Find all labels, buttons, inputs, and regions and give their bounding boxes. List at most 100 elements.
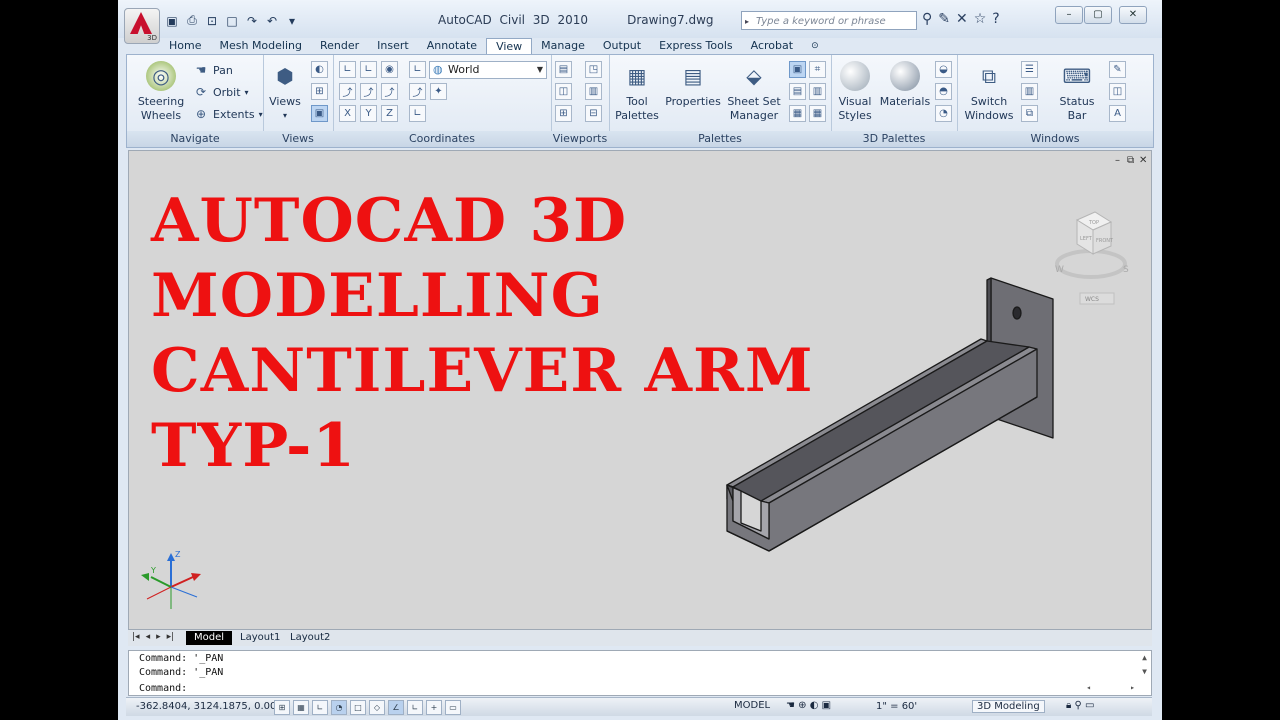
snap-mode-icon[interactable]: ⊞	[274, 700, 290, 715]
layout-tab-model[interactable]: Model	[186, 631, 233, 645]
publish-icon[interactable]: ⊡	[204, 13, 220, 28]
ucs-view-icon[interactable]: ∟	[409, 105, 426, 122]
viewport-lock-icon[interactable]: ⊟	[585, 105, 602, 122]
lights-icon[interactable]: ◒	[935, 61, 952, 78]
expand-arrow-icon[interactable]: ▸	[745, 12, 749, 31]
ortho-mode-icon[interactable]: ∟	[312, 700, 328, 715]
ucs-world-icon[interactable]: ◉	[381, 61, 398, 78]
doc-minimize-icon[interactable]: –	[1115, 155, 1120, 166]
first-layout-icon[interactable]: |◂	[132, 632, 140, 642]
layout-tab-layout1[interactable]: Layout1	[232, 631, 288, 645]
layout-tab-layout2[interactable]: Layout2	[282, 631, 338, 645]
x-icon[interactable]: ✕	[956, 11, 968, 27]
help-icon[interactable]: ?	[992, 11, 999, 27]
communication-icon[interactable]: ✎	[938, 11, 950, 27]
external-refs-icon[interactable]: ▦	[789, 105, 806, 122]
switch-windows-button[interactable]: ⧉ Switch Windows	[961, 61, 1017, 123]
close-button[interactable]: ✕	[1119, 6, 1147, 24]
render-icon[interactable]: ◓	[935, 83, 952, 100]
annotation-scale[interactable]: 1" = 60'	[876, 701, 917, 712]
dbconnect-icon[interactable]: ⌗	[809, 61, 826, 78]
quickcalc-icon[interactable]: ▥	[809, 83, 826, 100]
sheet-set-manager-button[interactable]: ⬙ Sheet Set Manager	[725, 61, 783, 123]
orbit-button[interactable]: ⟳ Orbit ▾	[193, 83, 249, 101]
doc-close-icon[interactable]: ✕	[1139, 155, 1147, 166]
viewport-scale-icon[interactable]: ⊞	[555, 105, 572, 122]
viewcube[interactable]: TOP LEFT FRONT W S WCS	[1049, 206, 1139, 306]
cascade-icon[interactable]: ⧉	[1021, 105, 1038, 122]
3d-object-snap-icon[interactable]: ◇	[369, 700, 385, 715]
visual-styles-button[interactable]: Visual Styles	[835, 61, 875, 123]
command-hscroll-left-icon[interactable]: ◂	[1086, 683, 1091, 692]
tab-express-tools[interactable]: Express Tools	[650, 38, 742, 54]
coordinate-display[interactable]: -362.8404, 3124.1875, 0.0000	[136, 701, 289, 712]
command-scroll-up-icon[interactable]: ▲	[1142, 653, 1147, 662]
tile-vertical-icon[interactable]: ▥	[1021, 83, 1038, 100]
grid-display-icon[interactable]: ▦	[293, 700, 309, 715]
dynamic-input-icon[interactable]: +	[426, 700, 442, 715]
ucs-3point-icon[interactable]: ⤴	[381, 83, 398, 100]
redo-icon[interactable]: ↷	[244, 13, 260, 28]
binoculars-icon[interactable]: ⚲	[922, 11, 932, 27]
materials-button[interactable]: Materials	[879, 61, 931, 109]
command-window[interactable]: Command: '_PAN Command: '_PAN Command: ▲…	[128, 650, 1152, 696]
text-window-icon[interactable]: A	[1109, 105, 1126, 122]
ucs-z-icon[interactable]: Z	[381, 105, 398, 122]
command-scroll-down-icon[interactable]: ▼	[1142, 667, 1147, 676]
ucs-icon[interactable]: ∟	[339, 61, 356, 78]
tab-manage[interactable]: Manage	[532, 38, 594, 54]
tab-acrobat[interactable]: Acrobat	[742, 38, 802, 54]
steering-wheels-button[interactable]: ◎ Steering Wheels	[133, 61, 189, 123]
named-viewports-icon[interactable]: ◳	[585, 61, 602, 78]
undo-icon[interactable]: ↶	[264, 13, 280, 28]
maximize-button[interactable]: ▢	[1084, 6, 1112, 24]
tab-output[interactable]: Output	[594, 38, 650, 54]
named-views-icon[interactable]: ◐	[311, 61, 328, 78]
new-icon[interactable]: □	[224, 13, 240, 28]
ucs-previous-icon[interactable]: ∟	[409, 61, 426, 78]
next-layout-icon[interactable]: ▸	[156, 632, 161, 642]
properties-button[interactable]: ▤ Properties	[665, 61, 721, 109]
3d-box-icon[interactable]: ▣	[311, 105, 328, 122]
viewcube-compass-ring[interactable]	[1055, 249, 1127, 279]
extents-dropdown-icon[interactable]: ▾	[259, 110, 263, 119]
drawing-area[interactable]: – ⧉ ✕ AUTOCAD 3D MODELLING CANTILEVER AR…	[128, 150, 1152, 630]
prev-layout-icon[interactable]: ◂	[146, 632, 151, 642]
qat-dropdown-icon[interactable]: ▾	[284, 13, 300, 28]
command-hscroll-right-icon[interactable]: ▸	[1130, 683, 1135, 692]
lock-icon[interactable]: 🔒︎ ⚲ ▭	[1066, 700, 1094, 711]
design-center-icon[interactable]: ▣	[789, 61, 806, 78]
ucs-z-axis-icon[interactable]: ⤴	[360, 83, 377, 100]
tab-mesh-modeling[interactable]: Mesh Modeling	[210, 38, 311, 54]
tab-insert[interactable]: Insert	[368, 38, 418, 54]
search-input[interactable]: ▸ Type a keyword or phrase	[741, 11, 917, 30]
favorites-star-icon[interactable]: ☆	[974, 11, 987, 27]
model-space-toggle[interactable]: MODEL	[734, 700, 770, 711]
print-icon[interactable]: ⎙	[184, 13, 200, 28]
viewport-join-icon[interactable]: ▥	[585, 83, 602, 100]
dynamic-ucs-icon[interactable]: ∟	[407, 700, 423, 715]
ucs-origin-icon[interactable]: ⤴	[339, 83, 356, 100]
workspace-switch[interactable]: 3D Modeling	[972, 700, 1045, 713]
views-dropdown-icon[interactable]: ▾	[267, 109, 303, 123]
navigation-tools-icon[interactable]: ☚ ⊕ ◐ ▣	[786, 700, 831, 711]
tab-view[interactable]: View	[486, 37, 533, 55]
markup-set-icon[interactable]: ▤	[789, 83, 806, 100]
ribbon-minimize-icon[interactable]: ⊙	[802, 38, 828, 54]
command-prompt[interactable]: Command:	[139, 683, 187, 694]
lineweight-icon[interactable]: ▭	[445, 700, 461, 715]
polar-tracking-icon[interactable]: ◔	[331, 700, 347, 715]
status-bar-button[interactable]: ⌨ Status Bar	[1051, 61, 1103, 123]
ucs-object-icon[interactable]: ✦	[430, 83, 447, 100]
orbit-dropdown-icon[interactable]: ▾	[245, 88, 249, 97]
view-manager-icon[interactable]: ⊞	[311, 83, 328, 100]
command-line-icon[interactable]: ✎	[1109, 61, 1126, 78]
minimize-button[interactable]: –	[1055, 6, 1083, 24]
save-icon[interactable]: ▣	[164, 13, 180, 28]
tab-home[interactable]: Home	[160, 38, 210, 54]
views-button[interactable]: ⬢ Views ▾	[267, 61, 303, 123]
layout-tabs-icon[interactable]: ◫	[1109, 83, 1126, 100]
pan-button[interactable]: ☚ Pan	[193, 61, 233, 79]
ucs-x-icon[interactable]: X	[339, 105, 356, 122]
tab-render[interactable]: Render	[311, 38, 368, 54]
